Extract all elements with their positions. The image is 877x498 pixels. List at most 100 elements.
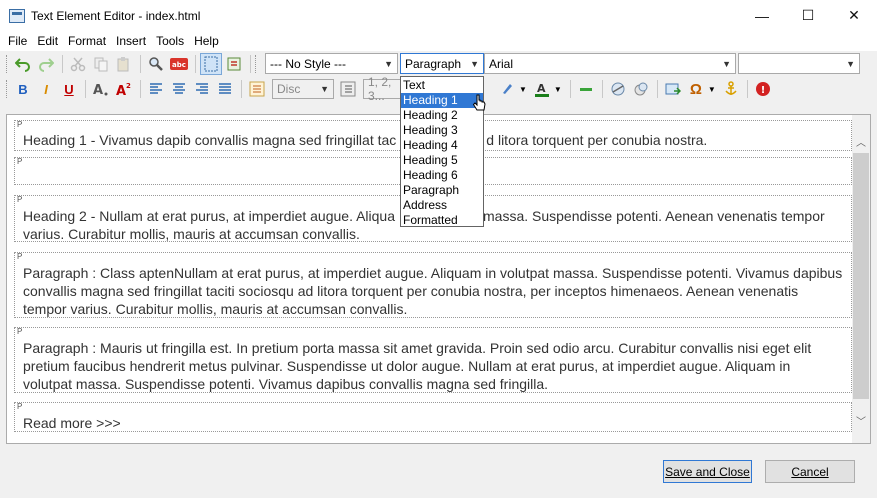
redo-icon[interactable] <box>35 53 57 75</box>
format-option-heading-4[interactable]: Heading 4 <box>401 138 483 153</box>
format-option-address[interactable]: Address <box>401 198 483 213</box>
align-center-icon[interactable] <box>168 78 190 100</box>
format-option-heading-3[interactable]: Heading 3 <box>401 123 483 138</box>
underline-button[interactable]: U <box>58 78 80 100</box>
align-left-icon[interactable] <box>145 78 167 100</box>
scrollbar-thumb[interactable] <box>853 153 869 399</box>
block-tag-label: P <box>17 327 23 336</box>
size-combo[interactable]: ▼ <box>738 53 860 74</box>
chevron-down-icon: ▼ <box>384 58 393 69</box>
unlink-icon[interactable] <box>630 78 652 100</box>
menu-format[interactable]: Format <box>63 34 111 48</box>
anchor-icon[interactable] <box>720 78 742 100</box>
insert-image-icon[interactable] <box>662 78 684 100</box>
special-char-icon[interactable]: Ω <box>685 78 707 100</box>
mouse-cursor-icon <box>472 94 486 111</box>
cancel-button[interactable]: Cancel <box>765 460 855 483</box>
bullet-style-combo[interactable]: Disc ▼ <box>272 79 334 99</box>
toolbar-separator <box>569 80 571 98</box>
block-tag-label: P <box>17 120 23 129</box>
style-combo[interactable]: --- No Style --- ▼ <box>265 53 398 74</box>
chevron-down-icon: ▼ <box>846 58 855 69</box>
toolbar-separator <box>195 55 196 73</box>
svg-text:A: A <box>116 84 126 97</box>
minimize-button[interactable]: — <box>739 0 785 31</box>
superscript-icon[interactable]: A2 <box>113 78 135 100</box>
maximize-button[interactable]: ☐ <box>785 0 831 31</box>
show-blocks-icon[interactable] <box>200 53 222 75</box>
menu-file[interactable]: File <box>3 34 32 48</box>
toolbar-row-1: abc <box>6 52 261 76</box>
save-and-close-button[interactable]: Save and Close <box>663 460 752 483</box>
chevron-down-icon: ▼ <box>470 58 479 69</box>
toolbar-row-2: B I U A A2 Disc ▼ 1, 2, 3... <box>6 75 414 103</box>
title-bar: Text Element Editor - index.html — ☐ ✕ <box>0 0 877 31</box>
toolbar-grip[interactable] <box>6 55 9 73</box>
format-combo-value: Paragraph <box>405 56 462 71</box>
chevron-down-icon[interactable]: ▼ <box>519 85 527 94</box>
vertical-scrollbar[interactable]: ︿ ﹀ <box>852 115 870 443</box>
clear-format-icon[interactable]: A <box>90 78 112 100</box>
paste-icon[interactable] <box>113 53 135 75</box>
menu-insert[interactable]: Insert <box>111 34 151 48</box>
help-icon[interactable]: ! <box>752 78 774 100</box>
numbered-list-icon[interactable] <box>337 78 359 100</box>
svg-text:A: A <box>537 82 546 95</box>
scroll-up-icon[interactable]: ︿ <box>852 132 870 150</box>
link-icon[interactable] <box>607 78 629 100</box>
toolbar-grip[interactable] <box>6 80 9 98</box>
undo-icon[interactable] <box>12 53 34 75</box>
svg-text:2: 2 <box>126 82 131 90</box>
source-icon[interactable] <box>223 53 245 75</box>
format-option-heading-6[interactable]: Heading 6 <box>401 168 483 183</box>
scroll-down-icon[interactable]: ﹀ <box>852 411 870 429</box>
chevron-down-icon[interactable]: ▼ <box>708 85 716 94</box>
svg-text:abc: abc <box>172 61 186 69</box>
format-option-formatted[interactable]: Formatted <box>401 213 483 228</box>
menu-tools[interactable]: Tools <box>151 34 189 48</box>
format-option-heading-5[interactable]: Heading 5 <box>401 153 483 168</box>
block-tag-label: P <box>17 252 23 261</box>
format-option-heading-2[interactable]: Heading 2 <box>401 108 483 123</box>
toolbar-grip[interactable] <box>255 55 258 73</box>
toolbar-separator <box>656 80 658 98</box>
toolbar-separator <box>140 80 141 98</box>
bold-button[interactable]: B <box>12 78 34 100</box>
find-icon[interactable] <box>145 53 167 75</box>
bullet-list-icon[interactable] <box>246 78 268 100</box>
align-right-icon[interactable] <box>191 78 213 100</box>
toolbar-separator <box>250 55 251 73</box>
chevron-down-icon[interactable]: ▼ <box>554 85 562 94</box>
toolbar-separator <box>85 80 86 98</box>
editor-block-paragraph-2[interactable]: P Paragraph : Mauris ut fringilla est. I… <box>14 327 852 393</box>
toolbar-separator <box>746 80 748 98</box>
block-tag-label: P <box>17 157 23 166</box>
block-text: Read more >>> <box>23 415 121 431</box>
format-option-text[interactable]: Text <box>401 78 483 93</box>
editor-block-read-more[interactable]: P Read more >>> <box>14 402 852 432</box>
horizontal-rule-icon[interactable] <box>575 78 597 100</box>
svg-text:!: ! <box>760 85 765 96</box>
format-option-heading-1[interactable]: Heading 1 <box>401 93 483 108</box>
spellcheck-icon[interactable]: abc <box>168 53 190 75</box>
close-button[interactable]: ✕ <box>831 0 877 31</box>
copy-icon[interactable] <box>90 53 112 75</box>
app-icon <box>9 8 25 23</box>
toolbar-separator <box>241 80 242 98</box>
chevron-down-icon: ▼ <box>320 84 329 94</box>
format-combo[interactable]: Paragraph ▼ <box>400 53 484 74</box>
highlight-icon[interactable] <box>496 78 518 100</box>
format-option-paragraph[interactable]: Paragraph <box>401 183 483 198</box>
style-combo-value: --- No Style --- <box>270 56 346 71</box>
block-text: Paragraph : Mauris ut fringilla est. In … <box>23 340 812 392</box>
editor-block-paragraph-1[interactable]: P Paragraph : Class aptenNullam at erat … <box>14 252 852 318</box>
align-justify-icon[interactable] <box>214 78 236 100</box>
font-combo-value: Arial <box>489 56 514 71</box>
font-color-icon[interactable]: A <box>531 78 553 100</box>
menu-edit[interactable]: Edit <box>32 34 63 48</box>
italic-button[interactable]: I <box>35 78 57 100</box>
font-combo[interactable]: Arial ▼ <box>484 53 736 74</box>
toolbar-row-2-right: ▼ A ▼ Ω ▼ ! <box>496 77 775 101</box>
menu-help[interactable]: Help <box>189 34 224 48</box>
cut-icon[interactable] <box>67 53 89 75</box>
